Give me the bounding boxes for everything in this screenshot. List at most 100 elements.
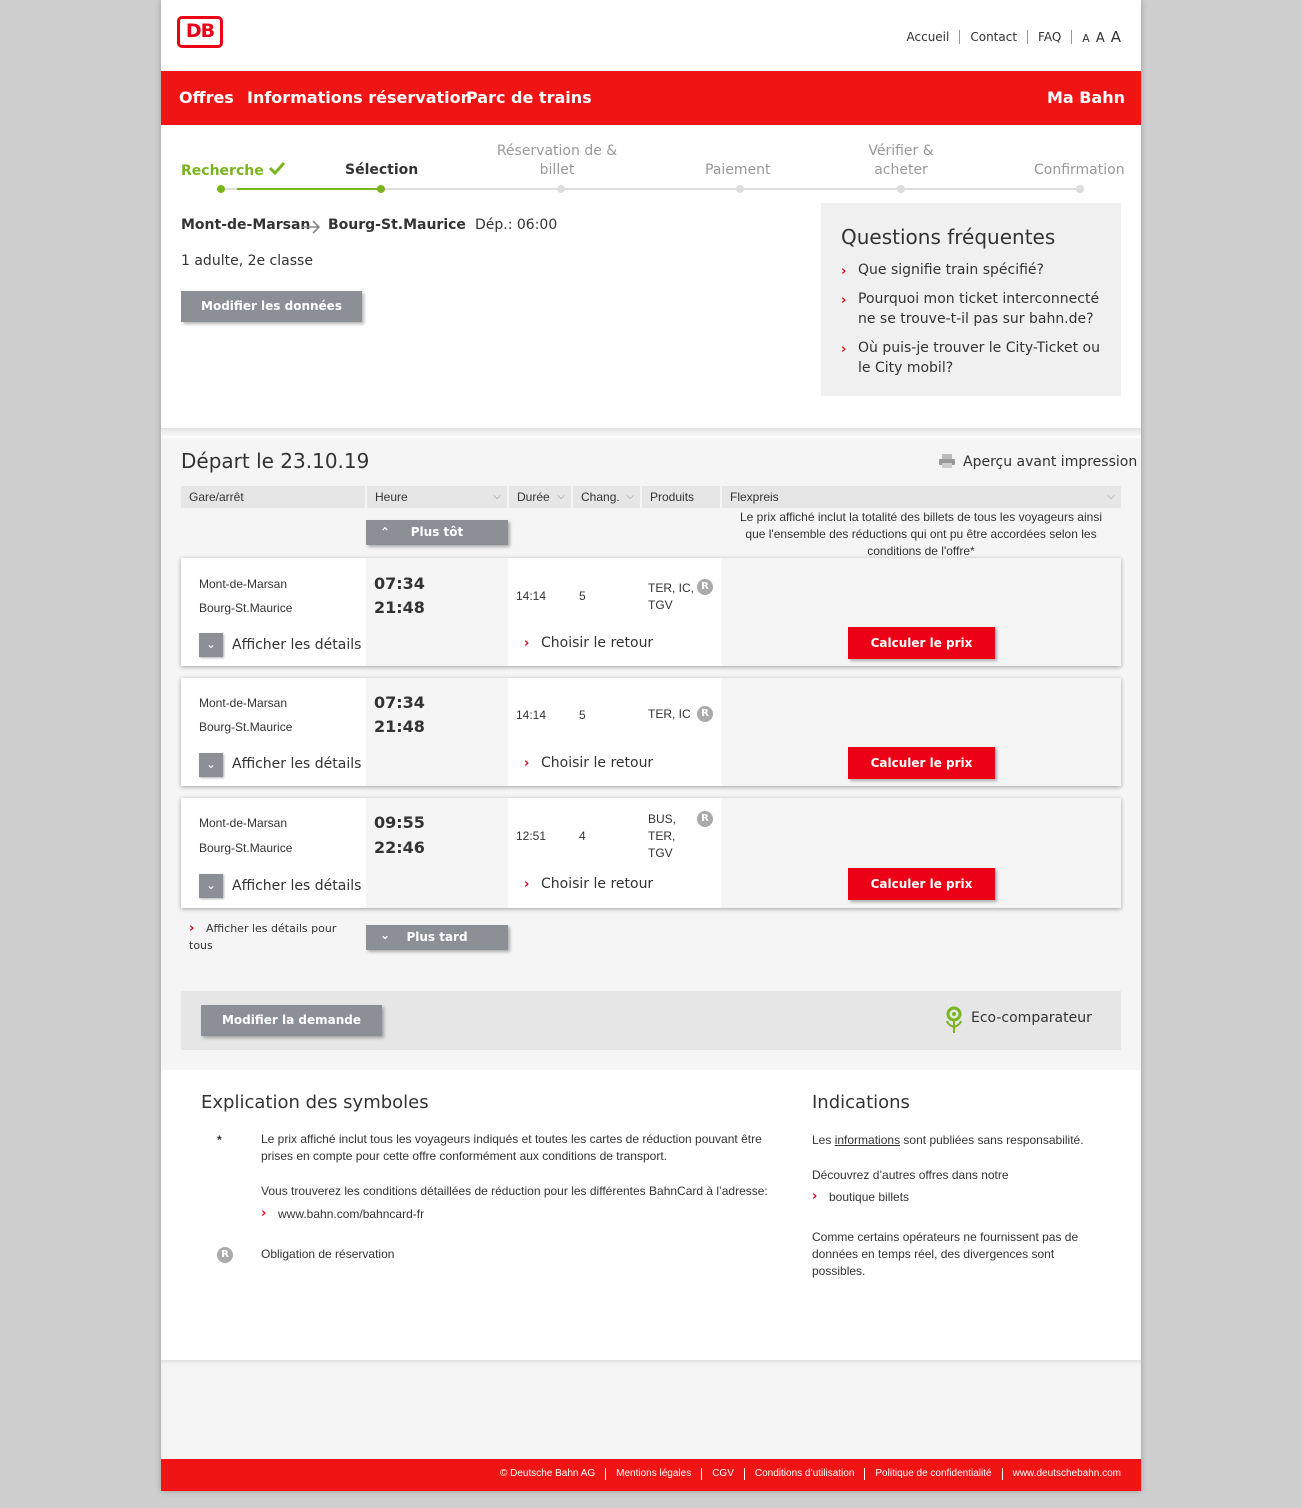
- col-price[interactable]: Flexpreis ⌵: [722, 486, 1121, 508]
- chevron-up-icon: ⌃: [380, 525, 391, 539]
- results-title: Départ le 23.10.19: [181, 449, 370, 473]
- chevron-right-icon: ›: [524, 756, 530, 771]
- reservation-required-icon: R: [697, 811, 713, 827]
- faq-question-2[interactable]: Pourquoi mon ticket interconnecté ne se …: [858, 289, 1108, 329]
- bahncard-link[interactable]: www.bahn.com/bahncard-fr: [278, 1206, 424, 1223]
- legend-section: Explication des symboles * Le prix affic…: [161, 1070, 1141, 1360]
- indications-paragraph-3: Comme certains opérateurs ne fournissent…: [812, 1230, 1079, 1278]
- later-button[interactable]: ⌄ Plus tard: [366, 925, 508, 950]
- connection-3-dep-time: 09:55: [374, 813, 425, 832]
- connection-3-from: Mont-de-Marsan: [199, 816, 288, 830]
- show-details-link[interactable]: Afficher les détails: [232, 756, 361, 772]
- col-products-label: Produits: [650, 490, 695, 504]
- reservation-explanation: Obligation de réservation: [261, 1247, 395, 1261]
- connection-1-to: Bourg-St.Maurice: [199, 601, 293, 615]
- nav-ma-bahn[interactable]: Ma Bahn: [1047, 88, 1125, 107]
- connection-1-from: Mont-de-Marsan: [199, 577, 288, 591]
- calculate-price-button[interactable]: Calculer le prix: [848, 747, 995, 779]
- font-size-large[interactable]: A: [1111, 28, 1121, 46]
- price-note: Le prix affiché inclut la totalité des b…: [740, 510, 1102, 558]
- ticket-shop-link[interactable]: boutique billets: [829, 1189, 909, 1206]
- connection-row-2[interactable]: Mont-de-Marsan Bourg-St.Maurice ⌄ Affich…: [181, 678, 1121, 786]
- chevron-right-icon: ›: [841, 342, 847, 357]
- choose-return-link[interactable]: Choisir le retour: [541, 755, 653, 771]
- step-recherche[interactable]: Recherche: [181, 161, 285, 181]
- expand-details-button[interactable]: ⌄: [199, 753, 223, 777]
- connection-1-duration: 14:14: [516, 589, 547, 603]
- connection-3-detail-cell: 12:51 4 BUS, TER, TGV R › Choisir le ret…: [508, 798, 721, 908]
- legend-title: Explication des symboles: [201, 1092, 429, 1113]
- font-size-medium[interactable]: A: [1096, 31, 1105, 46]
- asterisk-symbol: *: [217, 1133, 222, 1147]
- chevron-down-icon: ⌄: [205, 757, 217, 771]
- choose-return-link[interactable]: Choisir le retour: [541, 876, 653, 892]
- footer-cgv[interactable]: CGV: [701, 1468, 744, 1480]
- connection-2-detail-cell: 14:14 5 TER, IC R › Choisir le retour: [508, 678, 721, 786]
- col-changes[interactable]: Chang. ⌵: [573, 486, 640, 508]
- modify-data-button[interactable]: Modifier les données: [181, 291, 362, 322]
- eco-comparator-link[interactable]: Eco-comparateur: [971, 1010, 1092, 1026]
- link-accueil[interactable]: Accueil: [897, 30, 961, 44]
- expand-details-button[interactable]: ⌄: [199, 633, 223, 657]
- arrow-right-icon: [301, 219, 321, 238]
- show-all-details-link[interactable]: Afficher les détails pour tous: [189, 920, 359, 954]
- chevron-down-icon: ⌵: [493, 491, 501, 502]
- connection-3-products: BUS, TER, TGV: [648, 812, 677, 860]
- font-size-small[interactable]: A: [1082, 32, 1090, 45]
- step-reservation-line1: Réservation de &: [496, 143, 618, 159]
- connection-1-products: TER, IC, TGV: [648, 581, 695, 612]
- font-size-switcher: A A A: [1072, 28, 1121, 46]
- faq-question-1[interactable]: Que signifie train spécifié?: [858, 260, 1108, 280]
- link-contact[interactable]: Contact: [960, 30, 1029, 44]
- show-details-link[interactable]: Afficher les détails: [232, 878, 361, 894]
- step-dot-1: [217, 185, 225, 193]
- step-dot-4: [736, 185, 744, 193]
- show-details-link[interactable]: Afficher les détails: [232, 637, 361, 653]
- footer-mentions-legales[interactable]: Mentions légales: [605, 1468, 701, 1480]
- journey-departure: Dép.: 06:00: [475, 217, 558, 233]
- earlier-button[interactable]: ⌃ Plus tôt: [366, 520, 508, 545]
- chevron-down-icon: ⌵: [557, 491, 565, 502]
- step-recherche-label: Recherche: [181, 163, 264, 179]
- link-faq[interactable]: FAQ: [1028, 30, 1073, 44]
- faq-question-3[interactable]: Où puis-je trouver le City-Ticket ou le …: [858, 338, 1108, 378]
- connection-2-dep-time: 07:34: [374, 693, 425, 712]
- flower-eco-icon: [944, 1005, 964, 1039]
- connection-3-duration: 12:51: [516, 829, 547, 843]
- modify-request-button[interactable]: Modifier la demande: [201, 1005, 382, 1036]
- step-verifier: Vérifier & acheter: [851, 142, 951, 180]
- footer-deutschebahn[interactable]: www.deutschebahn.com: [1001, 1468, 1131, 1480]
- informations-link[interactable]: informations: [835, 1133, 900, 1147]
- step-confirmation: Confirmation: [1034, 162, 1125, 178]
- expand-details-button[interactable]: ⌄: [199, 874, 223, 898]
- footer-conditions[interactable]: Conditions d’utilisation: [743, 1468, 865, 1480]
- connection-row-3[interactable]: Mont-de-Marsan Bourg-St.Maurice ⌄ Affich…: [181, 798, 1121, 908]
- chevron-down-icon: ⌵: [626, 491, 634, 502]
- calculate-price-button[interactable]: Calculer le prix: [848, 868, 995, 900]
- progress-track-done: [237, 188, 381, 190]
- footer-privacy[interactable]: Politique de confidentialité: [864, 1468, 1001, 1480]
- indications-paragraph-1: Les informations sont publiées sans resp…: [812, 1132, 1112, 1149]
- calculate-price-button[interactable]: Calculer le prix: [848, 627, 995, 659]
- col-time[interactable]: Heure ⌵: [367, 486, 507, 508]
- bahncard-explanation: Vous trouverez les conditions détaillées…: [261, 1184, 768, 1198]
- connection-row-1[interactable]: Mont-de-Marsan Bourg-St.Maurice ⌄ Affich…: [181, 558, 1121, 666]
- db-logo[interactable]: DB: [177, 16, 223, 48]
- faq-box: Questions fréquentes › Que signifie trai…: [821, 203, 1121, 396]
- step-reservation-line2: billet: [539, 162, 575, 178]
- nav-informations-reservation[interactable]: Informations réservation: [247, 88, 472, 107]
- connection-1-dep-time: 07:34: [374, 574, 425, 593]
- print-preview-link[interactable]: Aperçu avant impression: [963, 454, 1137, 470]
- col-changes-label: Chang.: [581, 490, 620, 504]
- nav-parc-de-trains[interactable]: Parc de trains: [466, 88, 592, 107]
- col-duration[interactable]: Durée ⌵: [509, 486, 571, 508]
- request-bar: Modifier la demande Eco-comparateur: [181, 991, 1121, 1050]
- indications-p1-pre: Les: [812, 1133, 832, 1147]
- chevron-down-icon: ⌄: [205, 878, 217, 892]
- connection-1-arr-time: 21:48: [374, 598, 425, 617]
- choose-return-link[interactable]: Choisir le retour: [541, 635, 653, 651]
- connection-3-changes: 4: [579, 829, 586, 843]
- col-time-label: Heure: [375, 490, 408, 504]
- nav-offres[interactable]: Offres: [179, 88, 234, 107]
- connection-2-station-cell: Mont-de-Marsan Bourg-St.Maurice ⌄ Affich…: [181, 678, 366, 786]
